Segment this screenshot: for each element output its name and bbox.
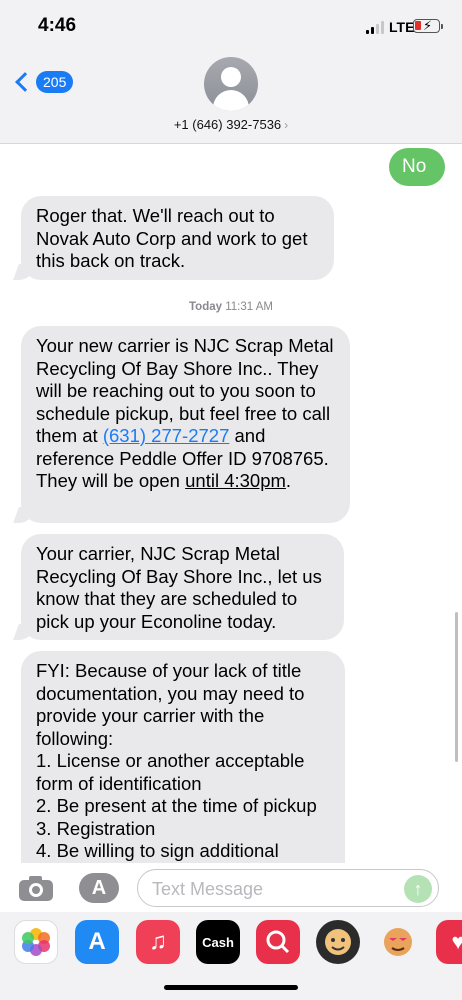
scroll-indicator[interactable] — [455, 612, 458, 762]
unread-count-badge: 205 — [36, 71, 74, 93]
message-input[interactable]: Text Message ↑ — [137, 869, 439, 907]
incoming-message[interactable]: Your new carrier is NJC Scrap Metal Recy… — [21, 326, 350, 523]
incoming-message[interactable]: Your carrier, NJC Scrap Metal Recycling … — [21, 534, 344, 640]
app-store-icon[interactable]: A — [75, 920, 119, 964]
message-timestamp: Today 11:31 AM — [189, 301, 273, 313]
phone-link[interactable]: (631) 277-2727 — [103, 425, 230, 446]
contact-name[interactable]: +1 (646) 392-7536 › — [0, 117, 462, 132]
cash-icon[interactable]: Cash — [196, 920, 240, 964]
app-store-icon[interactable]: A — [79, 873, 119, 903]
music-icon[interactable]: ♫ — [136, 920, 180, 964]
incoming-message[interactable]: FYI: Because of your lack of title docum… — [21, 651, 345, 891]
status-bar: 4:46 LTE ⚡ — [0, 0, 462, 52]
outgoing-message[interactable]: No — [389, 148, 445, 186]
chevron-right-icon: › — [284, 118, 289, 132]
camera-icon[interactable] — [19, 875, 53, 901]
battery-icon: ⚡ — [413, 18, 440, 33]
search-images-icon[interactable] — [256, 920, 300, 964]
home-indicator — [164, 985, 298, 990]
incoming-message[interactable]: Roger that. We'll reach out to Novak Aut… — [21, 196, 334, 280]
time-link[interactable]: until 4:30pm — [185, 470, 286, 491]
send-button[interactable]: ↑ — [404, 875, 432, 903]
signal-icon — [366, 21, 384, 34]
back-button[interactable]: 205 — [15, 71, 74, 93]
contact-avatar[interactable] — [204, 57, 258, 111]
chevron-left-icon — [15, 72, 35, 92]
sticker-icon[interactable] — [376, 920, 420, 964]
heart-icon[interactable]: ♥ — [436, 920, 462, 964]
network-label: LTE — [389, 19, 415, 35]
message-placeholder: Text Message — [152, 879, 264, 899]
conversation-header: 205 +1 (646) 392-7536 › — [0, 52, 462, 144]
status-time: 4:46 — [38, 15, 77, 36]
photos-icon[interactable] — [14, 920, 58, 964]
memoji-icon[interactable] — [316, 920, 360, 964]
compose-bar: A Text Message ↑ — [0, 863, 462, 915]
